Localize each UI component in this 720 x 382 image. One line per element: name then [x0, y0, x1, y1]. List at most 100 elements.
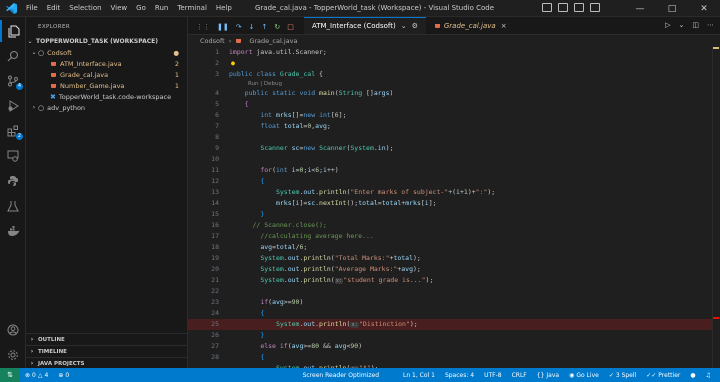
close-icon[interactable]: × — [501, 22, 507, 30]
code-text: // Scanner.close(); — [229, 221, 327, 229]
lightbulb-icon[interactable]: ● — [231, 58, 235, 69]
stop-icon[interactable]: □ — [287, 23, 294, 31]
menu-edit[interactable]: Edit — [47, 4, 61, 12]
screen-reader-status[interactable]: Screen Reader Optimized — [298, 372, 384, 379]
ports-indicator[interactable]: ⊕ 0 — [53, 372, 74, 379]
warning-marker — [713, 47, 719, 49]
vscode-logo-icon — [0, 0, 22, 17]
file-number-game[interactable]: Number_Game.java 1 — [26, 80, 187, 91]
code-text: float total=0,avg; — [260, 122, 331, 130]
spell-check[interactable]: ✓ 3 Spell — [604, 372, 641, 379]
step-over-icon[interactable]: ↷ — [236, 23, 242, 31]
tab-grade-cal[interactable]: Grade_cal.java × — [426, 17, 515, 34]
step-out-icon[interactable]: ↑ — [261, 23, 267, 31]
chevron-right-icon: › — [30, 360, 34, 367]
minimize-icon[interactable]: — — [624, 0, 656, 17]
language-mode[interactable]: {} Java — [532, 372, 564, 379]
file-code-workspace[interactable]: ✖ TopperWorld_task.code-workspace — [26, 91, 187, 102]
python-icon[interactable] — [0, 170, 26, 192]
run-debug-icon[interactable] — [0, 95, 26, 117]
drag-handle-icon[interactable]: ⋮⋮ — [196, 23, 210, 31]
code-line: 20 System.out.println("Average Marks:"+a… — [188, 264, 720, 275]
code-text: int mrks[]=new int[6]; — [260, 111, 347, 119]
line-number: 10 — [211, 155, 219, 163]
folder-adv-python[interactable]: › ○ adv_python — [26, 102, 187, 113]
code-line: 16 // Scanner.close(); — [188, 220, 720, 231]
split-editor-icon[interactable]: ◫ — [692, 21, 699, 29]
inlay-hint: x: — [350, 322, 359, 328]
run-icon[interactable]: ▷ — [665, 21, 670, 29]
menu-file[interactable]: File — [26, 4, 38, 12]
code-text: } — [260, 331, 265, 339]
problems-indicator[interactable]: ⊗ 0 △ 4 — [20, 372, 53, 379]
manage-gear-icon[interactable] — [0, 344, 26, 366]
toggle-secondary-sidebar-icon[interactable] — [574, 3, 584, 12]
code-text: if(avg>=90) — [260, 298, 304, 306]
menu-selection[interactable]: Selection — [69, 4, 101, 12]
workspace-header[interactable]: ⌄ TOPPERWORLD_TASK (WORKSPACE) — [26, 36, 187, 47]
menu-view[interactable]: View — [111, 4, 128, 12]
line-number: 18 — [211, 243, 219, 251]
menu-terminal[interactable]: Terminal — [177, 4, 207, 12]
line-number: 24 — [211, 309, 219, 317]
debug-config-select[interactable]: ATM_Interface (Codsoft) ⌄ ⚙ — [304, 17, 426, 34]
folder-codsoft[interactable]: ⌄ ○ Codsoft ● — [26, 47, 187, 58]
code-text: //calculating average here... — [229, 232, 374, 240]
code-text: { — [244, 100, 249, 108]
explorer-icon[interactable] — [0, 20, 26, 42]
encoding[interactable]: UTF-8 — [479, 372, 507, 379]
remote-explorer-icon[interactable] — [0, 145, 26, 167]
account-icon[interactable] — [0, 319, 26, 341]
timeline-section[interactable]: › TIMELINE — [26, 345, 187, 357]
search-icon[interactable] — [0, 45, 26, 67]
code-text: avg=total/6; — [260, 243, 308, 251]
copilot-icon[interactable]: ● — [685, 372, 700, 379]
docker-icon[interactable] — [0, 220, 26, 242]
outline-section[interactable]: › OUTLINE — [26, 333, 187, 345]
problem-count: 1 — [174, 70, 179, 79]
chevron-right-icon: › — [228, 36, 232, 45]
prettier-status[interactable]: ✓✓ Prettier — [641, 372, 685, 379]
line-number: 6 — [215, 111, 219, 119]
menu-help[interactable]: Help — [216, 4, 232, 12]
cursor-position[interactable]: Ln 1, Col 1 — [398, 372, 440, 379]
maximize-icon[interactable]: □ — [656, 0, 688, 17]
indentation[interactable]: Spaces: 4 — [440, 372, 479, 379]
braces-icon: {} — [536, 371, 545, 379]
language-label: Java — [546, 371, 560, 379]
customize-layout-icon[interactable] — [590, 3, 600, 12]
end-of-line[interactable]: CRLF — [507, 372, 532, 379]
line-number: 16 — [211, 221, 219, 229]
java-file-icon — [235, 37, 242, 44]
line-number: 1 — [215, 48, 219, 56]
breadcrumb-folder[interactable]: Codsoft — [200, 37, 225, 45]
testing-icon[interactable] — [0, 195, 26, 217]
remote-indicator-icon[interactable]: ⇅ — [0, 368, 20, 382]
source-control-icon[interactable]: 4 — [0, 70, 26, 92]
extensions-icon[interactable]: 2 — [0, 120, 26, 142]
toggle-panel-icon[interactable] — [558, 3, 568, 12]
chevron-down-icon[interactable]: ⌄ — [679, 21, 685, 29]
chevron-right-icon: › — [30, 348, 34, 355]
menu-run[interactable]: Run — [155, 4, 168, 12]
go-live-button[interactable]: ◉ Go Live — [564, 372, 604, 379]
file-atm-interface[interactable]: ATM_Interface.java 2 — [26, 58, 187, 69]
codelens-run-debug[interactable]: Run | Debug — [248, 80, 282, 88]
line-number: 4 — [215, 89, 219, 97]
code-line: 9 Scanner sc=new Scanner(System.in); — [188, 143, 720, 154]
more-actions-icon[interactable]: ⋯ — [707, 21, 714, 29]
close-icon[interactable]: ✕ — [688, 0, 720, 17]
code-editor[interactable]: 1 import java.util.Scanner; 2 ● 3 public cl… — [188, 47, 720, 372]
menu-go[interactable]: Go — [136, 4, 146, 12]
toggle-sidebar-icon[interactable] — [542, 3, 552, 12]
restart-icon[interactable]: ↻ — [274, 23, 280, 31]
editor-scrollbar[interactable] — [712, 47, 720, 368]
file-label: Grade_cal.java — [60, 70, 109, 79]
notifications-bell-icon[interactable]: ♫ — [701, 372, 716, 379]
step-into-icon[interactable]: ↓ — [249, 23, 255, 31]
line-number: 27 — [211, 342, 219, 350]
file-grade-cal[interactable]: Grade_cal.java 1 — [26, 69, 187, 80]
gear-icon[interactable]: ⚙ — [412, 22, 418, 30]
breadcrumb-file[interactable]: Grade_cal.java — [249, 37, 297, 45]
pause-icon[interactable]: ❚❚ — [217, 23, 229, 31]
